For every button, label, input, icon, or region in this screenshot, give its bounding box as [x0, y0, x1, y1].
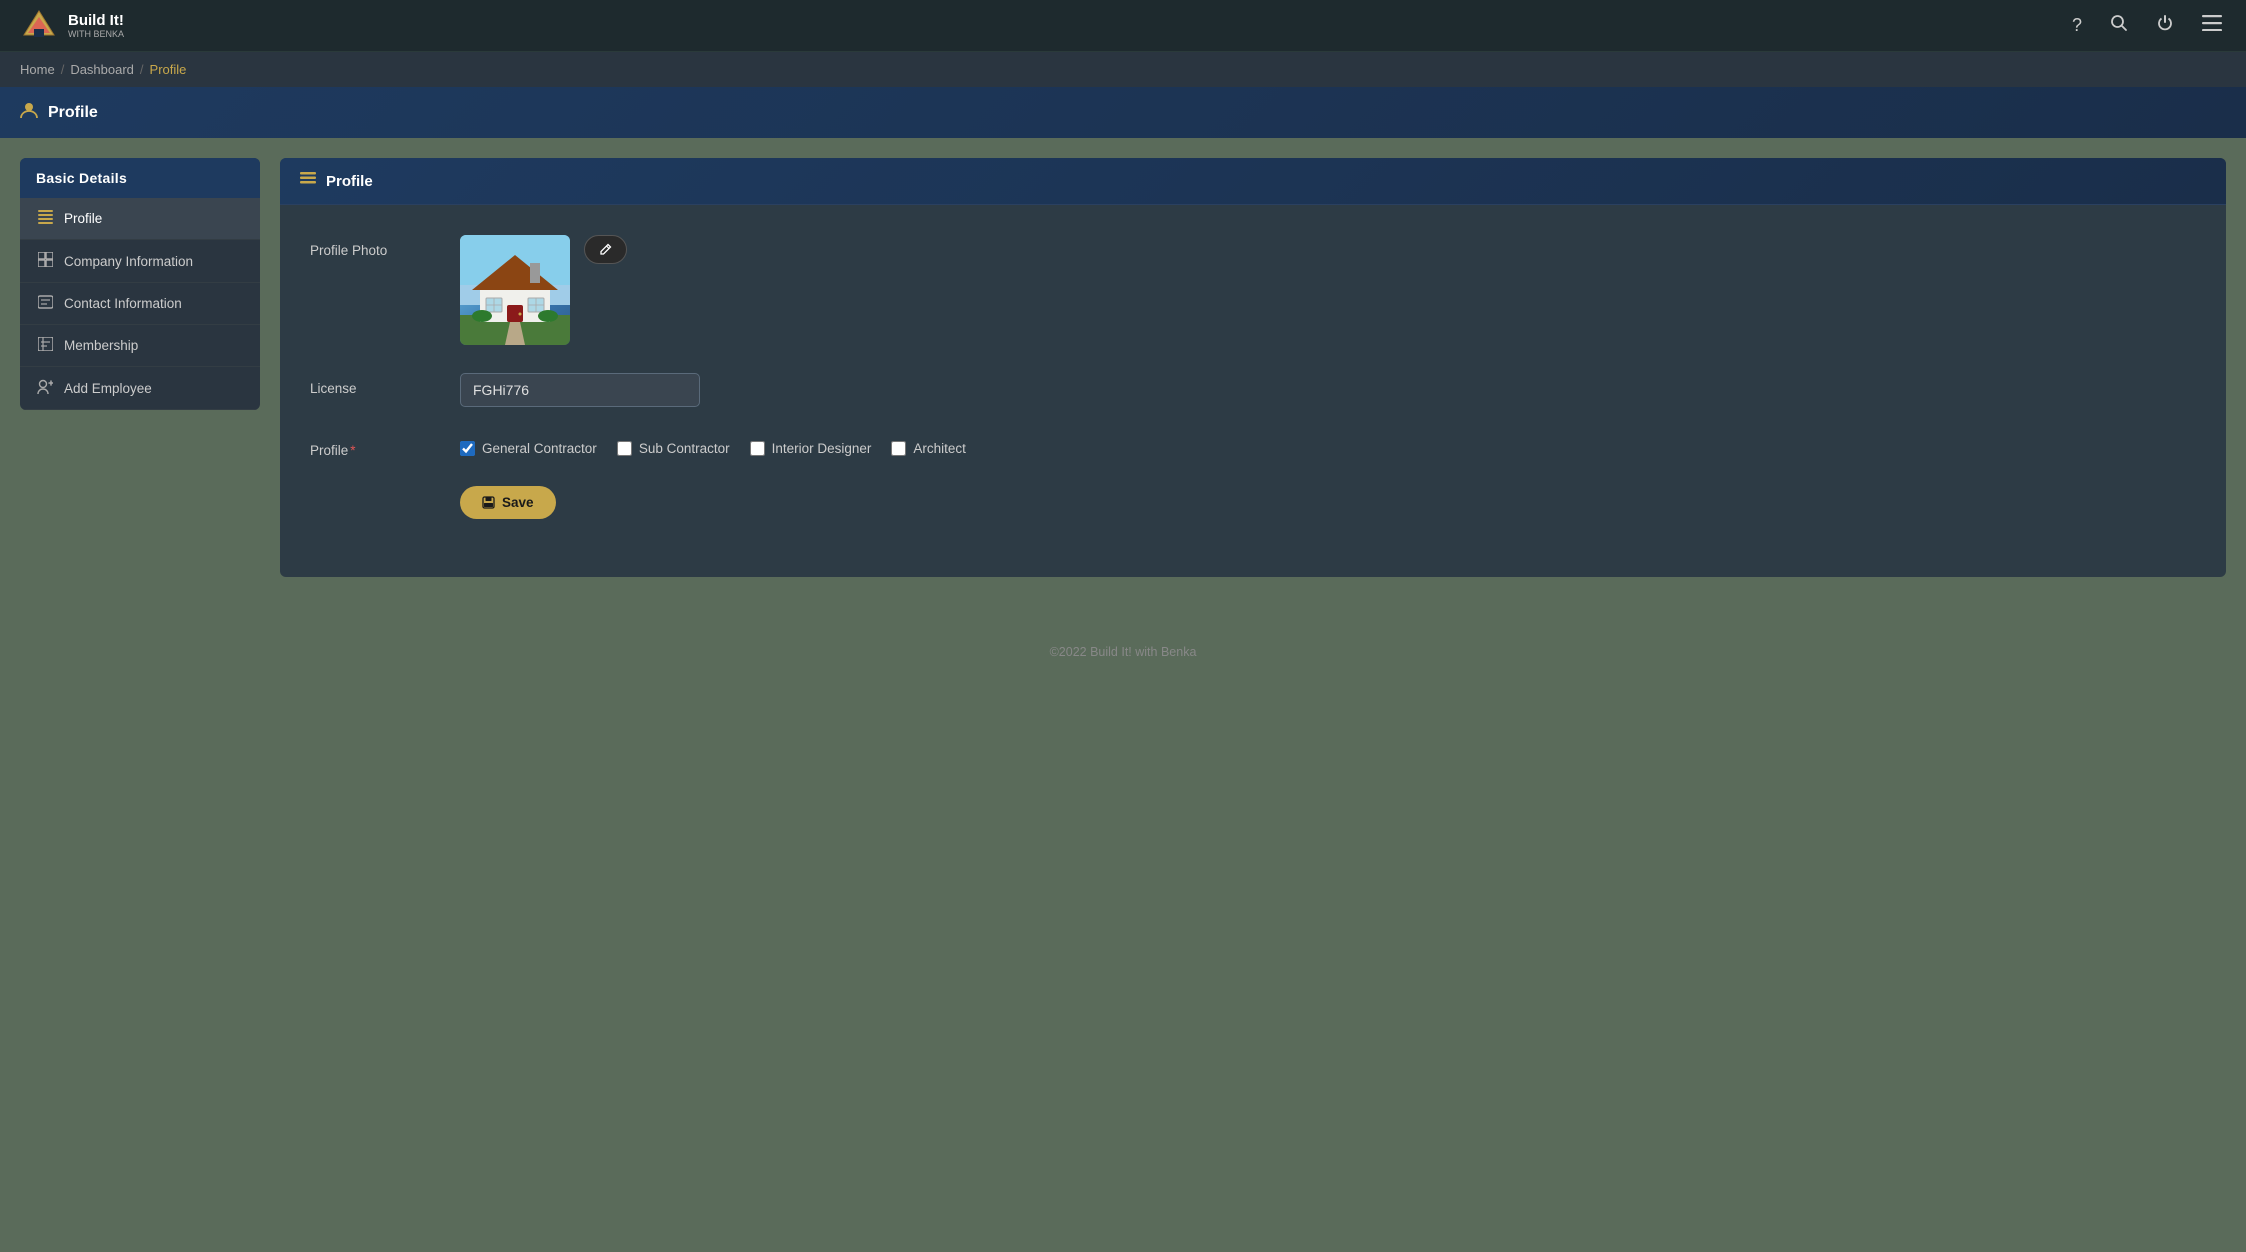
save-label-spacer — [310, 486, 440, 494]
logo-icon — [20, 7, 58, 45]
sidebar-item-membership[interactable]: Membership — [20, 325, 260, 367]
search-button[interactable] — [2106, 10, 2132, 41]
license-input[interactable] — [460, 373, 700, 407]
sidebar-item-add-employee-label: Add Employee — [64, 381, 152, 396]
power-button[interactable] — [2152, 10, 2178, 41]
edit-photo-button[interactable] — [584, 235, 627, 264]
page-header: Profile — [0, 87, 2246, 138]
menu-button[interactable] — [2198, 11, 2226, 40]
save-icon — [482, 496, 495, 509]
required-indicator: * — [350, 443, 355, 458]
profile-photo-image — [460, 235, 570, 345]
content-header-title: Profile — [326, 173, 373, 190]
architect-option[interactable]: Architect — [891, 441, 966, 456]
general-contractor-option[interactable]: General Contractor — [460, 441, 597, 456]
license-row: License — [310, 373, 2196, 407]
sidebar-item-company-label: Company Information — [64, 254, 193, 269]
membership-menu-icon — [36, 337, 54, 354]
general-contractor-label: General Contractor — [482, 441, 597, 456]
profile-menu-icon — [36, 210, 54, 227]
breadcrumb-home[interactable]: Home — [20, 62, 55, 77]
license-label: License — [310, 373, 440, 396]
interior-designer-label: Interior Designer — [772, 441, 872, 456]
nav-icons-group: ? — [2068, 10, 2226, 41]
profile-photo-row: Profile Photo — [310, 235, 2196, 345]
content-header-icon — [300, 172, 316, 190]
footer-text: ©2022 Build It! with Benka — [1050, 645, 1197, 659]
architect-label: Architect — [913, 441, 966, 456]
breadcrumb: Home / Dashboard / Profile — [0, 52, 2246, 87]
sidebar-item-profile-label: Profile — [64, 211, 102, 226]
sub-contractor-checkbox[interactable] — [617, 441, 632, 456]
edit-icon — [599, 243, 612, 256]
interior-designer-option[interactable]: Interior Designer — [750, 441, 872, 456]
content-body: Profile Photo — [280, 205, 2226, 577]
sub-contractor-option[interactable]: Sub Contractor — [617, 441, 730, 456]
profile-checkbox-group: General Contractor Sub Contractor Interi… — [460, 435, 966, 456]
breadcrumb-dashboard[interactable]: Dashboard — [70, 62, 134, 77]
sidebar-header: Basic Details — [20, 158, 260, 198]
sidebar-item-add-employee[interactable]: Add Employee — [20, 367, 260, 410]
save-button[interactable]: Save — [460, 486, 556, 519]
sidebar-item-membership-label: Membership — [64, 338, 138, 353]
general-contractor-checkbox[interactable] — [460, 441, 475, 456]
sidebar-item-contact[interactable]: Contact Information — [20, 283, 260, 325]
contact-menu-icon — [36, 295, 54, 312]
save-row: Save — [310, 486, 2196, 519]
profile-checkboxes-row: Profile* General Contractor Sub Contract… — [310, 435, 2196, 458]
top-nav: Build It! WITH BENKA ? — [0, 0, 2246, 52]
sidebar-item-company[interactable]: Company Information — [20, 240, 260, 283]
interior-designer-checkbox[interactable] — [750, 441, 765, 456]
save-button-label: Save — [502, 495, 534, 510]
house-svg — [460, 235, 570, 345]
company-menu-icon — [36, 252, 54, 270]
logo-subtitle: WITH BENKA — [68, 29, 124, 39]
logo-text-group: Build It! WITH BENKA — [68, 12, 124, 40]
content-header: Profile — [280, 158, 2226, 205]
main-container: Basic Details Profile — [0, 138, 2246, 597]
footer: ©2022 Build It! with Benka — [0, 627, 2246, 677]
logo-area: Build It! WITH BENKA — [20, 7, 124, 45]
sidebar-item-profile[interactable]: Profile — [20, 198, 260, 240]
content-panel: Profile Profile Photo — [280, 158, 2226, 577]
profile-photo-label: Profile Photo — [310, 235, 440, 258]
breadcrumb-sep1: / — [61, 62, 65, 77]
photo-area — [460, 235, 627, 345]
add-employee-menu-icon — [36, 379, 54, 397]
page-header-icon — [20, 101, 38, 124]
sub-contractor-label: Sub Contractor — [639, 441, 730, 456]
architect-checkbox[interactable] — [891, 441, 906, 456]
profile-field-label: Profile* — [310, 435, 440, 458]
page-header-title: Profile — [48, 104, 98, 122]
breadcrumb-current: Profile — [150, 62, 187, 77]
sidebar: Basic Details Profile — [20, 158, 260, 410]
sidebar-item-contact-label: Contact Information — [64, 296, 182, 311]
breadcrumb-sep2: / — [140, 62, 144, 77]
help-button[interactable]: ? — [2068, 11, 2086, 40]
logo-title: Build It! — [68, 12, 124, 29]
